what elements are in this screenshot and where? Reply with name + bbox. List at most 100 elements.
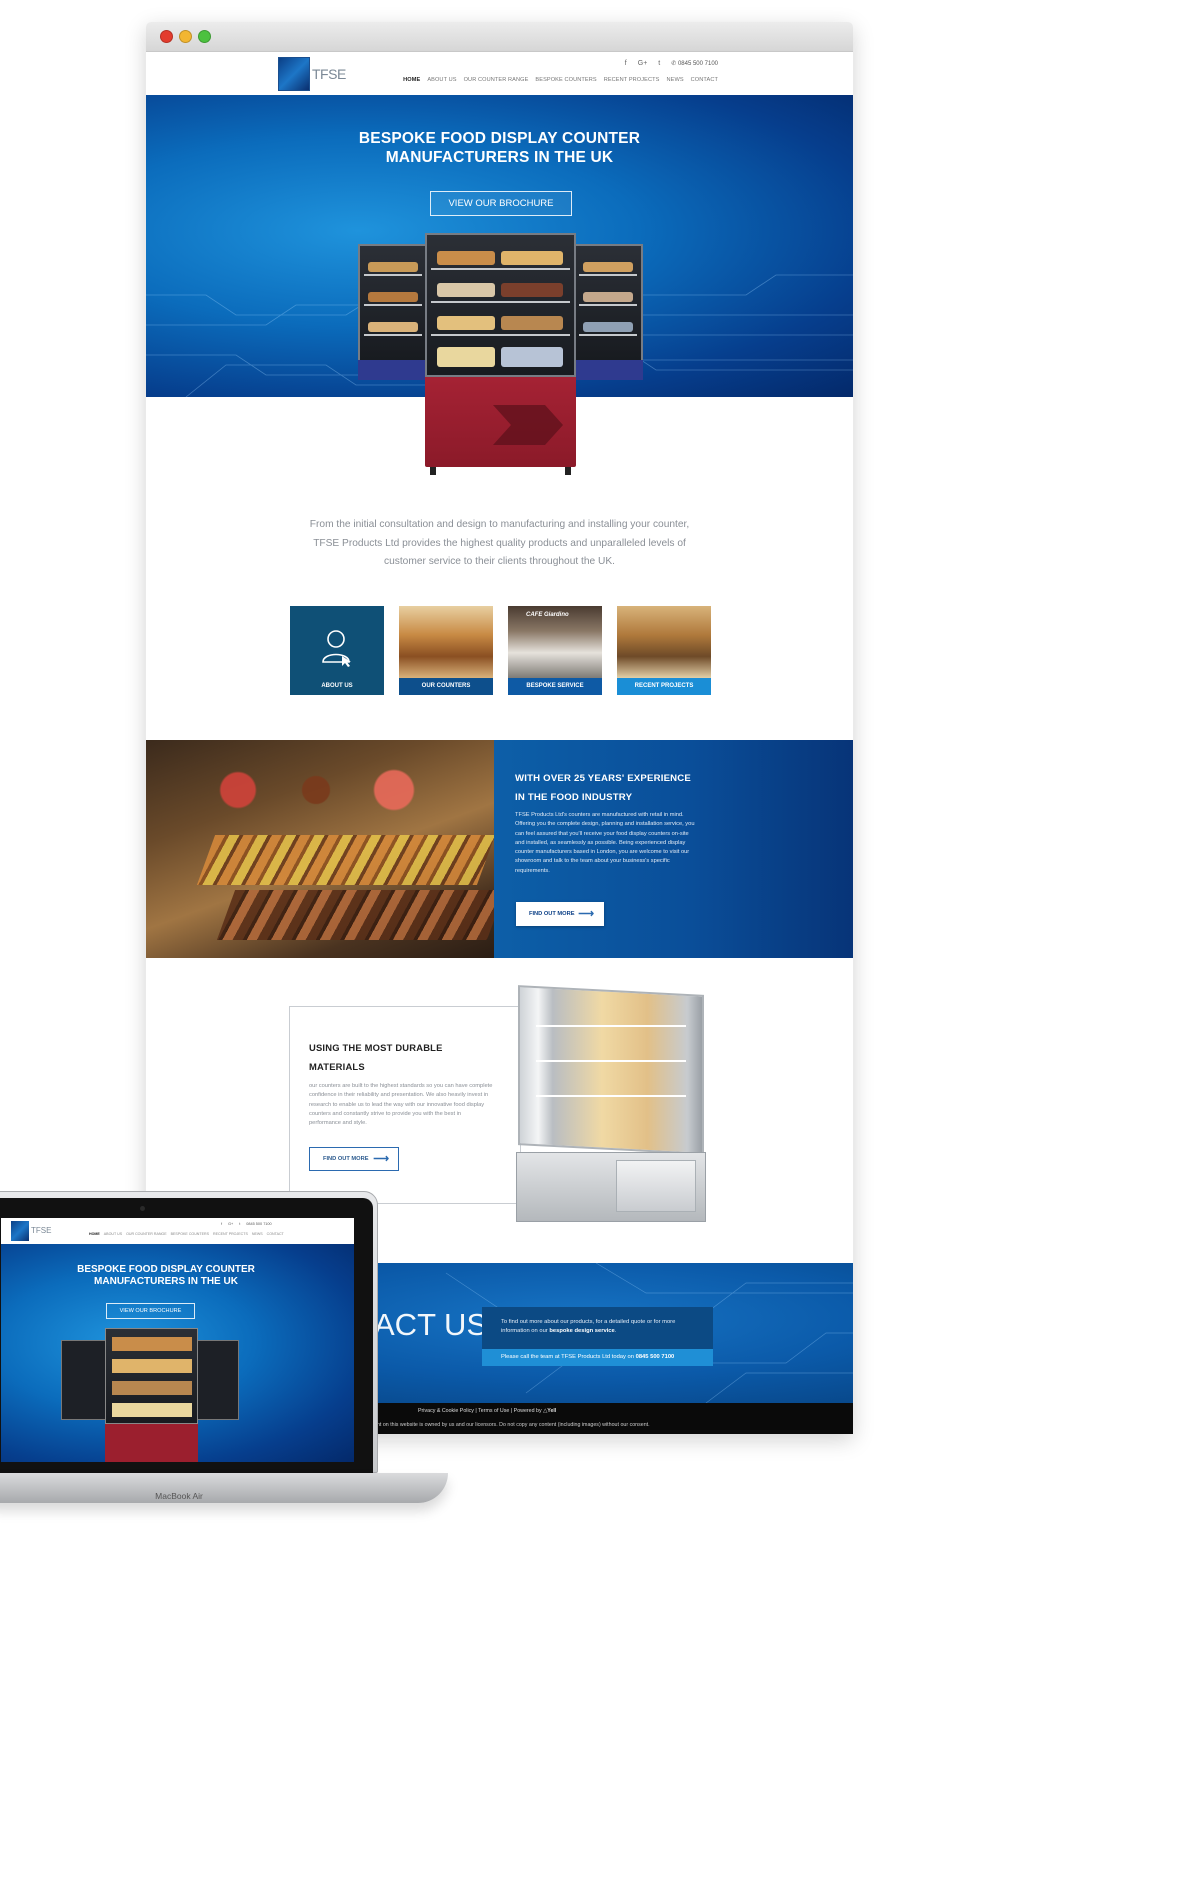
- footer-links: Privacy & Cookie Policy | Terms of Use |…: [418, 1408, 556, 1414]
- intro-text: From the initial consultation and design…: [146, 516, 853, 572]
- yell-label[interactable]: Yell: [547, 1408, 556, 1414]
- experience-title-line-1: WITH OVER 25 YEARS' EXPERIENCE: [515, 773, 692, 784]
- mini-twitter-icon: t: [239, 1222, 241, 1226]
- tile-our-counters-label: OUR COUNTERS: [399, 678, 493, 695]
- mini-header: TFSE f G+ t 0845 500 7100 HOME ABOUT US …: [1, 1218, 354, 1244]
- materials-title-line-2: MATERIALS: [309, 1060, 365, 1072]
- nav-recent-projects[interactable]: RECENT PROJECTS: [604, 77, 660, 83]
- main-nav: HOME ABOUT US OUR COUNTER RANGE BESPOKE …: [403, 77, 718, 83]
- find-out-more-label: FIND OUT MORE: [529, 911, 575, 917]
- mini-social-bar: f G+ t 0845 500 7100: [221, 1222, 272, 1226]
- mini-nav-projects: RECENT PROJECTS: [212, 1232, 248, 1236]
- mini-nav-bespoke: BESPOKE COUNTERS: [170, 1232, 209, 1236]
- nav-contact[interactable]: CONTACT: [691, 77, 718, 83]
- brochure-button[interactable]: VIEW OUR BROCHURE: [430, 191, 572, 216]
- tile-recent-projects-label: RECENT PROJECTS: [617, 678, 711, 695]
- mini-nav-contact: CONTACT: [266, 1232, 284, 1236]
- materials-find-out-more-label: FIND OUT MORE: [323, 1156, 369, 1162]
- display-cabinet-right: [573, 244, 643, 380]
- mini-cabinet-left: [61, 1340, 109, 1420]
- footer-copyright: ent on this website is owned by us and o…: [374, 1422, 650, 1428]
- hero-title: BESPOKE FOOD DISPLAY COUNTER MANUFACTURE…: [146, 129, 853, 167]
- tile-about-us[interactable]: ABOUT US: [290, 606, 384, 695]
- mini-nav-range: OUR COUNTER RANGE: [126, 1232, 167, 1236]
- mini-hero: BESPOKE FOOD DISPLAY COUNTER MANUFACTURE…: [1, 1244, 354, 1462]
- user-click-icon: [322, 630, 351, 667]
- mini-nav-about: ABOUT US: [103, 1232, 123, 1236]
- counter-base: [425, 377, 576, 467]
- contact-call-bar: Please call the team at TFSE Products Lt…: [482, 1349, 713, 1366]
- social-bar: f G+ t ✆ 0845 500 7100: [625, 60, 718, 67]
- mini-hero-title: BESPOKE FOOD DISPLAY COUNTER MANUFACTURE…: [1, 1264, 331, 1287]
- nav-home[interactable]: HOME: [403, 77, 420, 83]
- display-cabinet-left: [358, 244, 428, 380]
- mini-counter-base: [105, 1424, 198, 1462]
- laptop-mockup: TFSE f G+ t 0845 500 7100 HOME ABOUT US …: [0, 1191, 448, 1521]
- nav-bespoke-counters[interactable]: BESPOKE COUNTERS: [535, 77, 596, 83]
- mini-hero-title-line-2: MANUFACTURERS IN THE UK: [94, 1275, 238, 1287]
- arrow-right-icon: ⟶: [578, 908, 594, 920]
- mini-google-plus-icon: G+: [228, 1222, 234, 1226]
- intro-line-2: TFSE Products Ltd provides the highest q…: [313, 537, 686, 549]
- experience-body: TFSE Products Ltd's counters are manufac…: [515, 812, 695, 874]
- nav-about-us[interactable]: ABOUT US: [427, 77, 456, 83]
- tile-about-us-label: ABOUT US: [290, 678, 384, 695]
- bespoke-photo: CAFE Giardino: [508, 606, 602, 678]
- site-header: TFSE f G+ t ✆ 0845 500 7100 HOME ABOUT U…: [146, 52, 853, 95]
- mini-cabinet-right: [191, 1340, 239, 1420]
- caster-right: [565, 467, 571, 475]
- laptop-model-label: MacBook Air: [155, 1491, 203, 1501]
- mini-phone: 0845 500 7100: [246, 1222, 272, 1226]
- close-window-button[interactable]: [160, 30, 173, 43]
- mini-cabinet-center: [105, 1328, 198, 1424]
- intro-line-3: customer service to their clients throug…: [383, 556, 616, 567]
- experience-title: WITH OVER 25 YEARS' EXPERIENCE IN THE FO…: [515, 770, 745, 807]
- page-mockup: TFSE f G+ t ✆ 0845 500 7100 HOME ABOUT U…: [0, 0, 1000, 1570]
- bespoke-design-link[interactable]: bespoke design service: [549, 1328, 614, 1334]
- laptop-lid: TFSE f G+ t 0845 500 7100 HOME ABOUT US …: [0, 1191, 378, 1474]
- nav-our-counter-range[interactable]: OUR COUNTER RANGE: [464, 77, 529, 83]
- minimize-window-button[interactable]: [179, 30, 192, 43]
- experience-panel: WITH OVER 25 YEARS' EXPERIENCE IN THE FO…: [494, 740, 853, 958]
- hero-title-line-1: BESPOKE FOOD DISPLAY COUNTER: [358, 130, 641, 147]
- nav-news[interactable]: NEWS: [666, 77, 683, 83]
- chevron-pattern-icon: [493, 405, 563, 445]
- mini-nav: HOME ABOUT US OUR COUNTER RANGE BESPOKE …: [89, 1232, 284, 1236]
- hero-title-line-2: MANUFACTURERS IN THE UK: [385, 149, 614, 166]
- contact-phone-link[interactable]: 0845 500 7100: [636, 1354, 675, 1360]
- tile-our-counters[interactable]: OUR COUNTERS: [399, 606, 493, 695]
- tile-recent-projects[interactable]: RECENT PROJECTS: [617, 606, 711, 695]
- experience-title-line-2: IN THE FOOD INDUSTRY: [515, 791, 633, 803]
- mini-hero-title-line-1: BESPOKE FOOD DISPLAY COUNTER: [77, 1264, 255, 1275]
- arrow-right-icon: ⟶: [373, 1153, 389, 1165]
- maximize-window-button[interactable]: [198, 30, 211, 43]
- materials-body: our counters are built to the highest st…: [309, 1083, 493, 1127]
- contact-us-heading: ACT US: [374, 1307, 488, 1342]
- facebook-icon[interactable]: f: [625, 60, 627, 67]
- tile-bespoke-service[interactable]: CAFE Giardino BESPOKE SERVICE: [508, 606, 602, 695]
- feature-tiles: ABOUT US OUR COUNTERS CAFE Giardino BESP…: [290, 606, 711, 695]
- mini-nav-home: HOME: [89, 1232, 100, 1236]
- phone-link[interactable]: ✆ 0845 500 7100: [671, 60, 718, 67]
- materials-title-line-1: USING THE MOST DURABLE: [309, 1042, 443, 1053]
- steel-display-cabinet: [512, 980, 708, 1230]
- contact-card-text: To find out more about our products, for…: [501, 1319, 676, 1335]
- logo-text: TFSE: [312, 66, 346, 82]
- counters-photo: [399, 606, 493, 678]
- materials-find-out-more-button[interactable]: FIND OUT MORE ⟶: [309, 1147, 399, 1171]
- tile-bespoke-service-label: BESPOKE SERVICE: [508, 678, 602, 695]
- display-cabinet-center: [425, 233, 576, 377]
- twitter-icon[interactable]: t: [658, 60, 660, 67]
- browser-toolbar: [146, 22, 853, 52]
- find-out-more-button[interactable]: FIND OUT MORE ⟶: [516, 902, 604, 926]
- mini-facebook-icon: f: [221, 1222, 223, 1226]
- logo[interactable]: TFSE: [278, 57, 346, 91]
- webcam-icon: [140, 1206, 145, 1211]
- intro-line-1: From the initial consultation and design…: [309, 519, 690, 530]
- logo-mark: [278, 57, 310, 91]
- footer-links-text[interactable]: Privacy & Cookie Policy | Terms of Use |…: [418, 1408, 542, 1414]
- mini-logo-text: TFSE: [31, 1226, 52, 1235]
- phone-number: 0845 500 7100: [677, 61, 718, 67]
- materials-title: USING THE MOST DURABLE MATERIALS: [309, 1039, 499, 1076]
- google-plus-icon[interactable]: G+: [638, 60, 648, 67]
